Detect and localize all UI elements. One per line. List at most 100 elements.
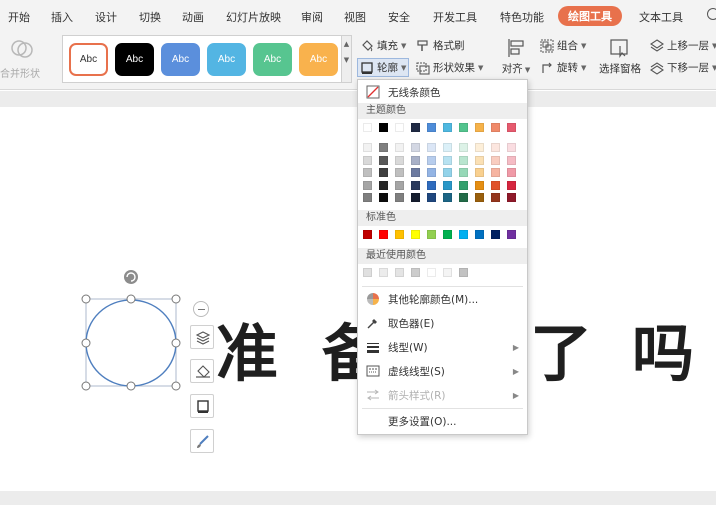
scroll-down-icon[interactable]: ▼ [342,52,351,68]
standard-color-swatch[interactable] [379,230,388,239]
menu-text-tools[interactable]: 文本工具 [639,9,683,25]
theme-shade-swatch[interactable] [443,143,452,152]
selected-circle-shape[interactable] [76,266,192,396]
scroll-up-icon[interactable]: ▲ [342,36,351,52]
menu-review[interactable]: 审阅 [301,9,323,25]
shape-effects-button[interactable]: 形状效果 ▼ [416,60,483,75]
theme-color-swatch[interactable] [363,123,372,132]
theme-shade-swatch[interactable] [363,155,372,165]
menu-transitions[interactable]: 切换 [139,9,161,25]
theme-shade-swatch[interactable] [491,168,500,177]
theme-shade-swatch[interactable] [427,180,436,190]
slide-text-char[interactable]: 吗 [632,303,694,393]
theme-color-swatch[interactable] [379,123,388,132]
theme-shade-swatch[interactable] [411,155,420,165]
layer-tool-button[interactable] [190,325,214,349]
theme-shade-swatch[interactable] [379,180,388,190]
menu-slideshow[interactable]: 幻灯片放映 [226,9,281,25]
search-icon[interactable] [707,8,716,20]
recent-color-swatch[interactable] [459,268,468,277]
standard-color-swatch[interactable] [491,230,500,239]
rotate-button[interactable]: 旋转 ▼ [540,60,586,75]
recent-color-swatch[interactable] [363,268,372,277]
menu-insert[interactable]: 插入 [51,9,73,25]
theme-shade-swatch[interactable] [363,168,372,177]
menu-security[interactable]: 安全 [388,9,410,25]
theme-color-swatch[interactable] [459,123,468,132]
theme-shade-swatch[interactable] [427,168,436,177]
theme-shade-swatch[interactable] [395,155,404,165]
selection-pane-button[interactable]: 选择窗格 [598,38,642,76]
theme-color-swatch[interactable] [411,123,420,132]
theme-shade-swatch[interactable] [507,155,516,165]
standard-color-swatch[interactable] [411,230,420,239]
theme-shade-swatch[interactable] [459,180,468,190]
theme-shade-swatch[interactable] [443,168,452,177]
theme-shade-swatch[interactable] [475,143,484,152]
theme-shade-swatch[interactable] [459,155,468,165]
theme-shade-swatch[interactable] [491,180,500,190]
fill-tool-button[interactable] [190,359,214,383]
merge-shape-button[interactable]: 合并形状 [0,36,52,84]
theme-color-swatch[interactable] [395,123,404,132]
format-tool-button[interactable] [190,429,214,453]
theme-shade-swatch[interactable] [427,155,436,165]
theme-shade-swatch[interactable] [427,193,436,202]
standard-color-swatch[interactable] [459,230,468,239]
shape-style-orange[interactable]: Abc [299,43,338,76]
recent-color-swatch[interactable] [427,268,436,277]
theme-shade-swatch[interactable] [491,143,500,152]
menu-design[interactable]: 设计 [95,9,117,25]
menu-animations[interactable]: 动画 [182,9,204,25]
shape-style-black[interactable]: Abc [115,43,154,76]
outline-tool-button[interactable] [190,394,214,418]
theme-color-swatch[interactable] [507,123,516,132]
menu-developer[interactable]: 开发工具 [433,9,477,25]
theme-shade-swatch[interactable] [443,180,452,190]
bring-forward-button[interactable]: 上移一层 ▼ [650,38,716,53]
theme-shade-swatch[interactable] [427,143,436,152]
theme-shade-swatch[interactable] [475,155,484,165]
format-painter-button[interactable]: 格式刷 [416,38,465,53]
theme-shade-swatch[interactable] [395,168,404,177]
shape-style-cyan[interactable]: Abc [207,43,246,76]
collapse-toolbar-button[interactable] [193,301,209,317]
menu-home[interactable]: 开始 [8,9,30,25]
theme-shade-swatch[interactable] [363,180,372,190]
line-style-item[interactable]: 线型(W) ▶ [358,336,527,358]
theme-shade-swatch[interactable] [363,193,372,202]
dash-style-item[interactable]: 虚线线型(S) ▶ [358,360,527,382]
theme-shade-swatch[interactable] [507,168,516,177]
theme-shade-swatch[interactable] [443,193,452,202]
align-button[interactable]: 对齐 ▼ [500,38,532,76]
theme-shade-swatch[interactable] [411,193,420,202]
theme-color-swatch[interactable] [443,123,452,132]
theme-color-swatch[interactable] [491,123,500,132]
theme-shade-swatch[interactable] [395,180,404,190]
theme-shade-swatch[interactable] [379,155,388,165]
fill-button[interactable]: 填充 ▼ [360,38,406,53]
theme-shade-swatch[interactable] [411,143,420,152]
more-outline-colors-item[interactable]: 其他轮廓颜色(M)... [358,288,527,310]
menu-special[interactable]: 特色功能 [500,9,544,25]
theme-shade-swatch[interactable] [507,143,516,152]
slide-text-char[interactable]: 了 [530,303,592,393]
standard-color-swatch[interactable] [507,230,516,239]
group-button[interactable]: 组合 ▼ [540,38,586,53]
theme-shade-swatch[interactable] [475,180,484,190]
standard-color-swatch[interactable] [363,230,372,239]
standard-color-swatch[interactable] [443,230,452,239]
theme-shade-swatch[interactable] [491,193,500,202]
theme-shade-swatch[interactable] [459,168,468,177]
slide-text-char[interactable]: 准 [216,303,278,393]
no-line-color-item[interactable]: 无线条颜色 [358,81,527,103]
eyedropper-item[interactable]: 取色器(E) [358,312,527,334]
menu-view[interactable]: 视图 [344,9,366,25]
theme-shade-swatch[interactable] [395,193,404,202]
standard-color-swatch[interactable] [427,230,436,239]
recent-color-swatch[interactable] [395,268,404,277]
theme-shade-swatch[interactable] [363,143,372,152]
theme-color-swatch[interactable] [427,123,436,132]
theme-color-swatch[interactable] [475,123,484,132]
recent-color-swatch[interactable] [443,268,452,277]
